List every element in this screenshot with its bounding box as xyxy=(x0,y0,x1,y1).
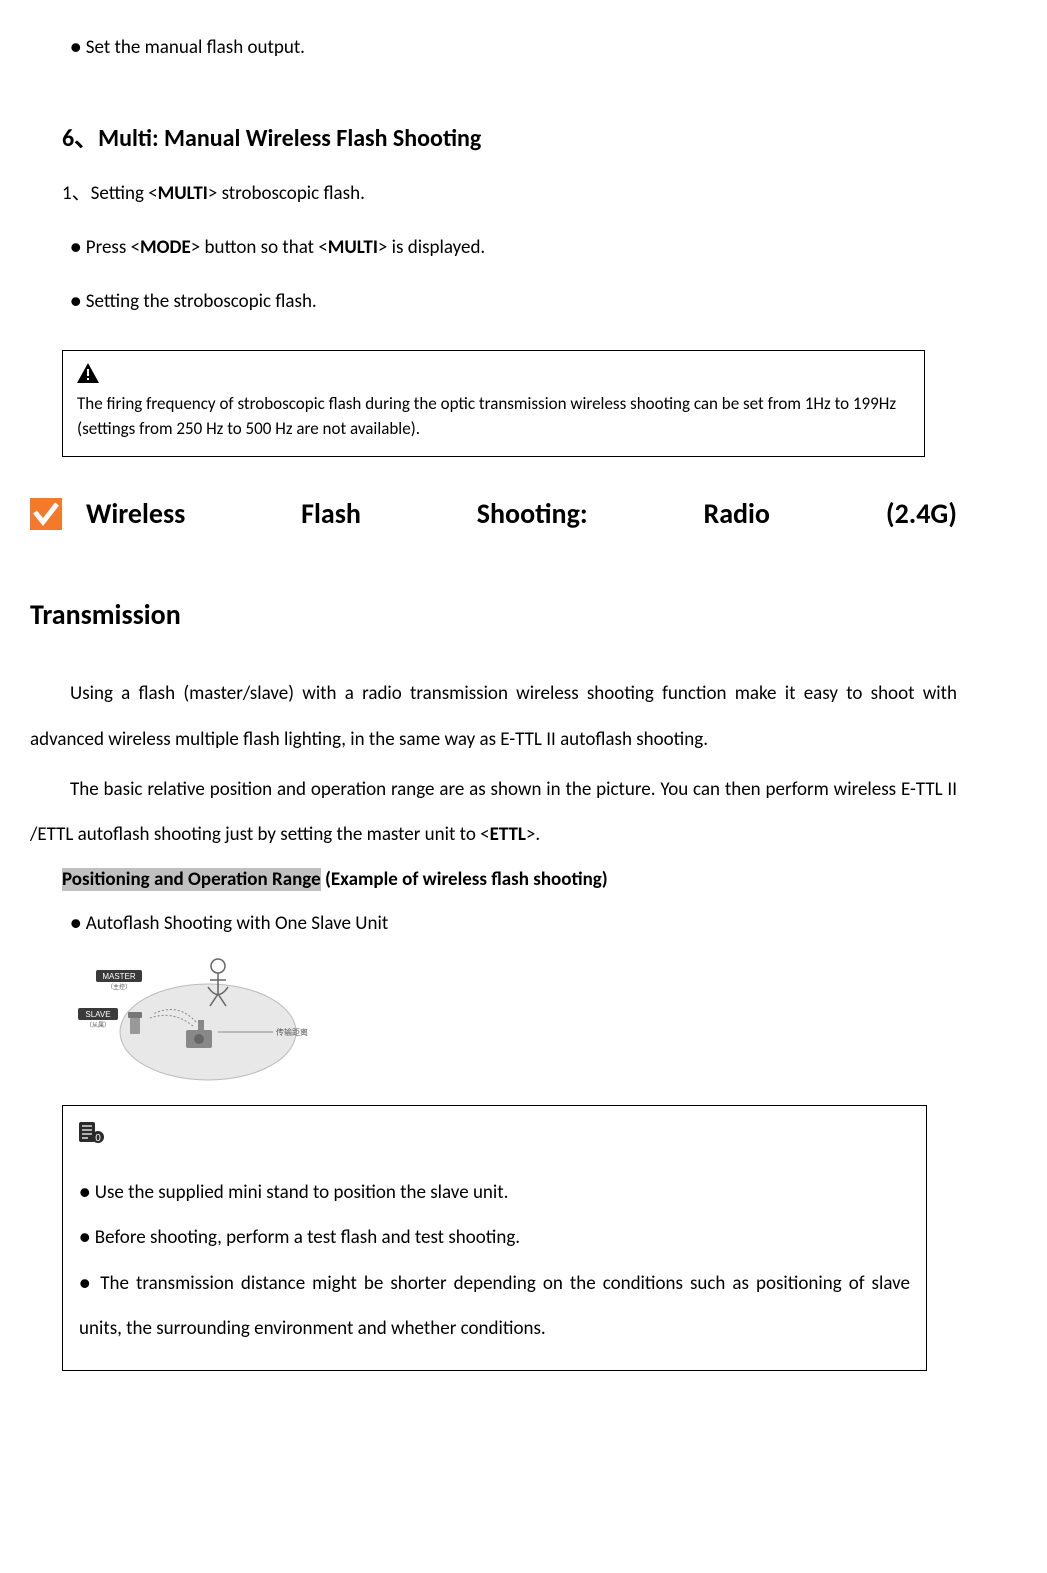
transmission-heading: Transmission xyxy=(30,588,957,641)
svg-text:（主控）: （主控） xyxy=(107,983,131,991)
info-icon: 0 xyxy=(79,1120,105,1144)
label-range: 传输距离约30米 xyxy=(276,1027,308,1038)
svg-text:0: 0 xyxy=(95,1133,101,1144)
b1-pre: Press < xyxy=(86,236,140,259)
w4: Radio xyxy=(703,487,770,540)
b1-bold2: MULTI xyxy=(328,236,378,259)
step1-post: > stroboscopic flash. xyxy=(208,182,365,205)
para2-post: >. xyxy=(526,823,540,846)
section6-heading: 6、Multi: Manual Wireless Flash Shooting xyxy=(62,116,957,162)
label-slave: SLAVE xyxy=(85,1010,110,1019)
info-b2: ● Before shooting, perform a test flash … xyxy=(79,1215,910,1261)
subhead-highlight: Positioning and Operation Range xyxy=(62,868,321,891)
para2: The basic relative position and operatio… xyxy=(30,767,957,858)
w3: Shooting: xyxy=(477,487,588,540)
slave-diagram: MASTER （主控） SLAVE （从属） 传输距离约30米 xyxy=(78,952,957,1095)
wireless-heading: Wireless Flash Shooting: Radio (2.4G) xyxy=(30,487,957,540)
info-b3-text: The transmission distance might be short… xyxy=(79,1272,910,1341)
para2-bold: ETTL xyxy=(490,823,526,846)
autoflash-text: Autoflash Shooting with One Slave Unit xyxy=(86,912,388,935)
warning-box: The firing frequency of stroboscopic fla… xyxy=(62,350,925,457)
label-master: MASTER xyxy=(102,972,136,981)
svg-text:（从属）: （从属） xyxy=(86,1021,110,1029)
info-b3: ● The transmission distance might be sho… xyxy=(79,1261,910,1352)
warning-icon xyxy=(77,363,99,383)
bullet-manual-output: ● Set the manual flash output. xyxy=(70,30,957,66)
info-b1-text: Use the supplied mini stand to position … xyxy=(95,1181,509,1204)
info-b1: ● Use the supplied mini stand to positio… xyxy=(79,1170,910,1216)
para1: Using a flash (master/slave) with a radi… xyxy=(30,671,957,762)
w5: (2.4G) xyxy=(886,487,957,540)
positioning-subhead: Positioning and Operation Range (Example… xyxy=(62,862,957,898)
w2: Flash xyxy=(301,487,361,540)
info-box: 0 ● Use the supplied mini stand to posit… xyxy=(62,1105,927,1371)
bullet-strobo: ● Setting the stroboscopic flash. xyxy=(70,284,957,320)
b1-post: > is displayed. xyxy=(378,236,485,259)
b2-text: Setting the stroboscopic flash. xyxy=(86,290,317,313)
bullet-mode: ● Press <MODE> button so that <MULTI> is… xyxy=(70,230,957,266)
check-icon xyxy=(30,498,62,530)
step1-pre: 1、Setting < xyxy=(62,182,158,205)
step1-bold: MULTI xyxy=(158,182,208,205)
w1: Wireless xyxy=(86,487,185,540)
b1-mid: > button so that < xyxy=(191,236,328,259)
warning-text: The firing frequency of stroboscopic fla… xyxy=(77,393,896,440)
subhead-rest: (Example of wireless flash shooting) xyxy=(321,868,608,891)
step1-line: 1、Setting <MULTI> stroboscopic flash. xyxy=(62,176,957,212)
info-b2-text: Before shooting, perform a test flash an… xyxy=(95,1226,520,1249)
b1-bold: MODE xyxy=(140,236,191,259)
bullet-autoflash: ● Autoflash Shooting with One Slave Unit xyxy=(70,906,957,942)
bullet-text: Set the manual flash output. xyxy=(86,36,305,59)
